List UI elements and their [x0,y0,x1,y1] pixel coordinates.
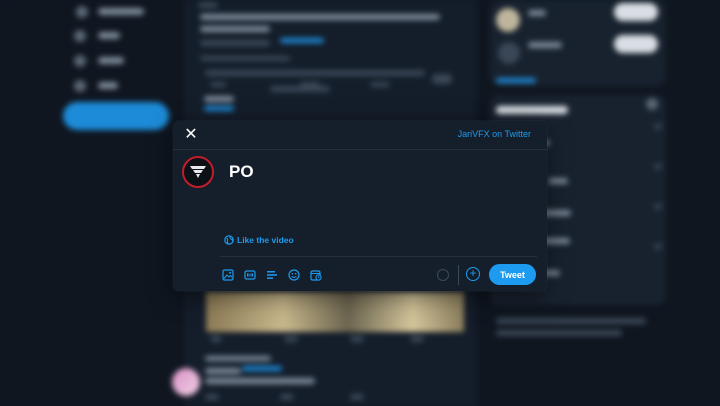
logo-icon [190,166,206,178]
header-divider [173,149,547,150]
poll-button[interactable] [265,268,279,282]
plus-icon: + [469,266,477,280]
tweet-text-input[interactable]: PO [229,162,254,182]
close-icon: ✕ [184,126,198,143]
image-icon [222,269,234,281]
reply-setting-label: Like the video [237,235,294,245]
schedule-button[interactable] [309,268,323,282]
background-tweet-image [206,292,464,332]
tweet-button[interactable]: Tweet [489,264,536,285]
account-link[interactable]: JariVFX on Twitter [458,129,531,139]
avatar[interactable] [182,156,214,188]
poll-icon [267,271,277,279]
globe-icon [224,235,234,245]
background-sidebar [0,0,186,406]
gif-icon [244,270,256,280]
media-button[interactable] [221,268,235,282]
emoji-button[interactable] [287,268,301,282]
add-thread-button[interactable]: + [466,267,480,281]
toolbar-separator [458,265,459,285]
compose-toolbar [221,268,323,282]
emoji-icon [288,269,300,281]
gif-button[interactable] [243,268,257,282]
compose-tweet-dialog: ✕ JariVFX on Twitter PO Like the video +… [173,121,547,291]
reply-setting-button[interactable]: Like the video [224,235,294,245]
character-count-ring [437,269,449,281]
schedule-icon [310,270,322,281]
toolbar-divider [220,256,537,257]
close-button[interactable]: ✕ [182,126,200,144]
